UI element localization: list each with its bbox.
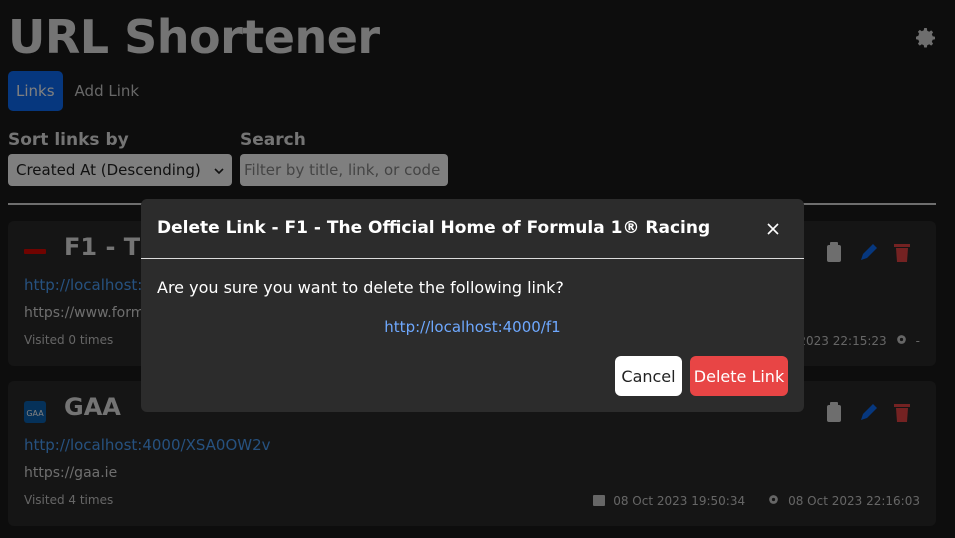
delete-link-modal: Delete Link - F1 - The Official Home of … xyxy=(141,199,804,412)
close-icon[interactable] xyxy=(764,220,782,238)
modal-header: Delete Link - F1 - The Official Home of … xyxy=(141,199,804,259)
cancel-button[interactable]: Cancel xyxy=(615,356,682,396)
modal-title: Delete Link - F1 - The Official Home of … xyxy=(157,218,711,238)
modal-link[interactable]: http://localhost:4000/f1 xyxy=(141,318,804,336)
modal-message: Are you sure you want to delete the foll… xyxy=(157,278,564,297)
delete-link-button[interactable]: Delete Link xyxy=(690,356,788,396)
